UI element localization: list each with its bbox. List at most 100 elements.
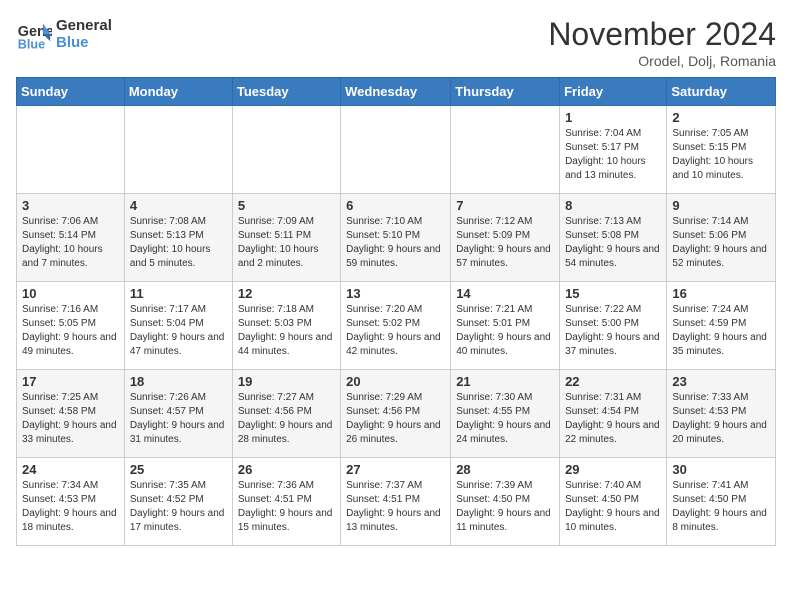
day-info-line: Daylight: 9 hours and 59 minutes. (346, 243, 445, 271)
day-info-line: Sunset: 4:50 PM (672, 493, 770, 507)
day-info-line: Sunrise: 7:09 AM (238, 215, 335, 229)
day-number: 13 (346, 286, 445, 301)
day-number: 25 (130, 462, 227, 477)
day-info-line: Daylight: 9 hours and 11 minutes. (456, 507, 554, 535)
weekday-header-wednesday: Wednesday (341, 78, 451, 106)
weekday-header-saturday: Saturday (667, 78, 776, 106)
day-info-line: Daylight: 9 hours and 47 minutes. (130, 331, 227, 359)
day-info-line: Daylight: 10 hours and 13 minutes. (565, 155, 661, 183)
calendar-table: SundayMondayTuesdayWednesdayThursdayFrid… (16, 77, 776, 546)
day-number: 18 (130, 374, 227, 389)
day-info-line: Sunset: 4:58 PM (22, 405, 119, 419)
day-cell: 19Sunrise: 7:27 AMSunset: 4:56 PMDayligh… (232, 370, 340, 458)
day-cell: 23Sunrise: 7:33 AMSunset: 4:53 PMDayligh… (667, 370, 776, 458)
day-number: 6 (346, 198, 445, 213)
day-cell: 28Sunrise: 7:39 AMSunset: 4:50 PMDayligh… (451, 458, 560, 546)
day-number: 15 (565, 286, 661, 301)
day-info-line: Sunset: 5:06 PM (672, 229, 770, 243)
day-info-line: Sunrise: 7:13 AM (565, 215, 661, 229)
day-number: 10 (22, 286, 119, 301)
day-info-line: Sunrise: 7:37 AM (346, 479, 445, 493)
day-info-line: Daylight: 9 hours and 57 minutes. (456, 243, 554, 271)
day-cell: 13Sunrise: 7:20 AMSunset: 5:02 PMDayligh… (341, 282, 451, 370)
day-info-line: Sunset: 4:57 PM (130, 405, 227, 419)
day-info-line: Daylight: 9 hours and 54 minutes. (565, 243, 661, 271)
week-row-1: 3Sunrise: 7:06 AMSunset: 5:14 PMDaylight… (17, 194, 776, 282)
day-number: 23 (672, 374, 770, 389)
day-info-line: Daylight: 9 hours and 22 minutes. (565, 419, 661, 447)
day-cell: 7Sunrise: 7:12 AMSunset: 5:09 PMDaylight… (451, 194, 560, 282)
day-number: 11 (130, 286, 227, 301)
day-number: 12 (238, 286, 335, 301)
day-cell: 16Sunrise: 7:24 AMSunset: 4:59 PMDayligh… (667, 282, 776, 370)
day-number: 28 (456, 462, 554, 477)
day-number: 30 (672, 462, 770, 477)
day-info-line: Sunset: 4:56 PM (346, 405, 445, 419)
day-info-line: Sunrise: 7:14 AM (672, 215, 770, 229)
day-number: 3 (22, 198, 119, 213)
day-info-line: Sunrise: 7:33 AM (672, 391, 770, 405)
day-info-line: Sunset: 5:04 PM (130, 317, 227, 331)
day-cell: 6Sunrise: 7:10 AMSunset: 5:10 PMDaylight… (341, 194, 451, 282)
day-number: 2 (672, 110, 770, 125)
day-info-line: Sunset: 5:03 PM (238, 317, 335, 331)
day-info-line: Sunset: 5:05 PM (22, 317, 119, 331)
day-info-line: Sunrise: 7:25 AM (22, 391, 119, 405)
day-info-line: Daylight: 9 hours and 24 minutes. (456, 419, 554, 447)
svg-text:Blue: Blue (18, 37, 45, 51)
day-info-line: Sunrise: 7:39 AM (456, 479, 554, 493)
day-number: 24 (22, 462, 119, 477)
day-number: 16 (672, 286, 770, 301)
logo-icon: General Blue (16, 16, 52, 52)
weekday-header-thursday: Thursday (451, 78, 560, 106)
day-info-line: Daylight: 10 hours and 7 minutes. (22, 243, 119, 271)
day-info-line: Sunrise: 7:30 AM (456, 391, 554, 405)
day-info-line: Sunrise: 7:36 AM (238, 479, 335, 493)
day-cell: 26 Sunrise: 7:36 AMSunset: 4:51 PMDayligh… (232, 458, 340, 546)
day-info-line: Sunset: 5:01 PM (456, 317, 554, 331)
day-info-line: Sunrise: 7:06 AM (22, 215, 119, 229)
day-number: 8 (565, 198, 661, 213)
day-info-line: Sunrise: 7:08 AM (130, 215, 227, 229)
day-info-line: Sunset: 4:55 PM (456, 405, 554, 419)
day-info-line: Daylight: 9 hours and 13 minutes. (346, 507, 445, 535)
day-info-line: Sunset: 4:51 PM (238, 493, 335, 507)
day-cell (341, 106, 451, 194)
day-info-line: Sunrise: 7:26 AM (130, 391, 227, 405)
day-number: 20 (346, 374, 445, 389)
day-number: 5 (238, 198, 335, 213)
day-info-line: Daylight: 9 hours and 28 minutes. (238, 419, 335, 447)
day-info-line: Daylight: 9 hours and 15 minutes. (238, 507, 335, 535)
day-number: 4 (130, 198, 227, 213)
day-info-line: Sunset: 5:09 PM (456, 229, 554, 243)
day-info-line: Daylight: 9 hours and 18 minutes. (22, 507, 119, 535)
day-info-line: Daylight: 9 hours and 10 minutes. (565, 507, 661, 535)
day-cell: 15Sunrise: 7:22 AMSunset: 5:00 PMDayligh… (560, 282, 667, 370)
day-number: 26 (238, 462, 335, 477)
day-info-line: Daylight: 9 hours and 37 minutes. (565, 331, 661, 359)
day-cell: 30Sunrise: 7:41 AMSunset: 4:50 PMDayligh… (667, 458, 776, 546)
day-info-line: Sunrise: 7:18 AM (238, 303, 335, 317)
day-info-line: Sunset: 4:59 PM (672, 317, 770, 331)
day-info-line: Sunset: 4:54 PM (565, 405, 661, 419)
day-number: 19 (238, 374, 335, 389)
day-cell: 17Sunrise: 7:25 AMSunset: 4:58 PMDayligh… (17, 370, 125, 458)
day-info-line: Sunrise: 7:29 AM (346, 391, 445, 405)
day-number: 7 (456, 198, 554, 213)
day-info-line: Sunset: 5:13 PM (130, 229, 227, 243)
day-info-line: Sunrise: 7:04 AM (565, 127, 661, 141)
day-cell: 29Sunrise: 7:40 AMSunset: 4:50 PMDayligh… (560, 458, 667, 546)
day-info-line: Daylight: 10 hours and 10 minutes. (672, 155, 770, 183)
day-cell: 5Sunrise: 7:09 AMSunset: 5:11 PMDaylight… (232, 194, 340, 282)
day-info-line: Sunrise: 7:16 AM (22, 303, 119, 317)
day-info-line: Daylight: 9 hours and 31 minutes. (130, 419, 227, 447)
day-number: 1 (565, 110, 661, 125)
day-cell: 2Sunrise: 7:05 AMSunset: 5:15 PMDaylight… (667, 106, 776, 194)
day-info-line: Sunset: 5:14 PM (22, 229, 119, 243)
day-info-line: Daylight: 10 hours and 2 minutes. (238, 243, 335, 271)
day-cell: 18 Sunrise: 7:26 AMSunset: 4:57 PMDayligh… (124, 370, 232, 458)
day-number: 9 (672, 198, 770, 213)
day-info-line: Sunset: 4:53 PM (672, 405, 770, 419)
day-number: 22 (565, 374, 661, 389)
day-number: 14 (456, 286, 554, 301)
